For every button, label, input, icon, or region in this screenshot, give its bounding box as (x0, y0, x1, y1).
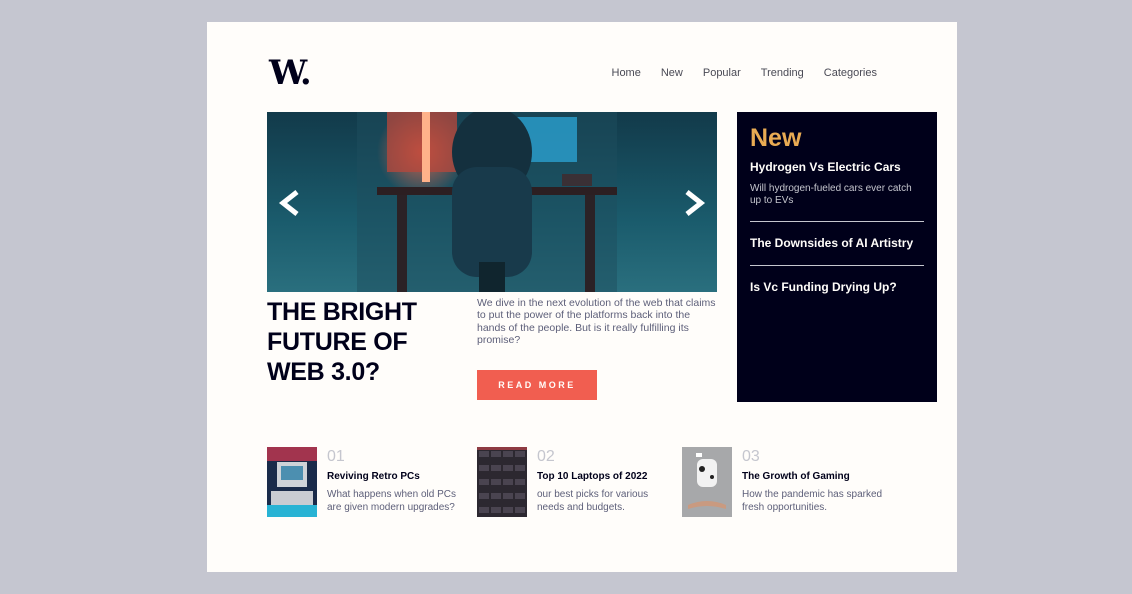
page-container: W. Home New Popular Trending Categories (207, 22, 957, 572)
new-item-title[interactable]: Hydrogen Vs Electric Cars (750, 159, 924, 175)
article-thumbnail[interactable] (267, 447, 317, 517)
article-thumbnail[interactable] (682, 447, 732, 517)
article-description: How the pandemic has sparked fresh oppor… (742, 489, 883, 513)
divider (750, 265, 924, 266)
hero-headline: THE BRIGHT FUTURE OF WEB 3.0? (267, 298, 417, 386)
new-articles-panel: New Hydrogen Vs Electric Cars Will hydro… (737, 112, 937, 402)
new-item-title[interactable]: The Downsides of AI Artistry (750, 235, 924, 251)
hero-image (267, 112, 717, 292)
article-number: 03 (742, 448, 760, 465)
article-title[interactable]: Reviving Retro PCs (327, 471, 467, 482)
article-title[interactable]: Top 10 Laptops of 2022 (537, 471, 667, 482)
article-number: 02 (537, 448, 555, 465)
hero-description: We dive in the next evolution of the web… (477, 297, 716, 347)
new-panel-title: New (750, 124, 802, 152)
hero-carousel (267, 112, 717, 292)
next-slide-icon[interactable] (681, 188, 709, 218)
nav-new[interactable]: New (661, 67, 683, 79)
prev-slide-icon[interactable] (275, 188, 303, 218)
nav-trending[interactable]: Trending (761, 67, 804, 79)
new-item-title[interactable]: Is Vc Funding Drying Up? (750, 279, 924, 295)
nav-categories[interactable]: Categories (824, 67, 877, 79)
article-card: 03 The Growth of Gaming How the pandemic… (682, 447, 892, 517)
main-nav: Home New Popular Trending Categories (612, 67, 878, 79)
article-thumbnail[interactable] (477, 447, 527, 517)
article-card: 02 Top 10 Laptops of 2022 our best picks… (477, 447, 667, 517)
nav-popular[interactable]: Popular (703, 67, 741, 79)
site-logo[interactable]: W. (269, 56, 312, 90)
article-description: our best picks for various needs and bud… (537, 489, 649, 513)
article-number: 01 (327, 448, 345, 465)
read-more-button[interactable]: READ MORE (477, 370, 597, 400)
article-title[interactable]: The Growth of Gaming (742, 471, 892, 482)
article-description: What happens when old PCs are given mode… (327, 489, 456, 513)
article-card: 01 Reviving Retro PCs What happens when … (267, 447, 467, 517)
new-item-description: Will hydrogen-fueled cars ever catch up … (750, 183, 912, 206)
nav-home[interactable]: Home (612, 67, 641, 79)
divider (750, 221, 924, 222)
